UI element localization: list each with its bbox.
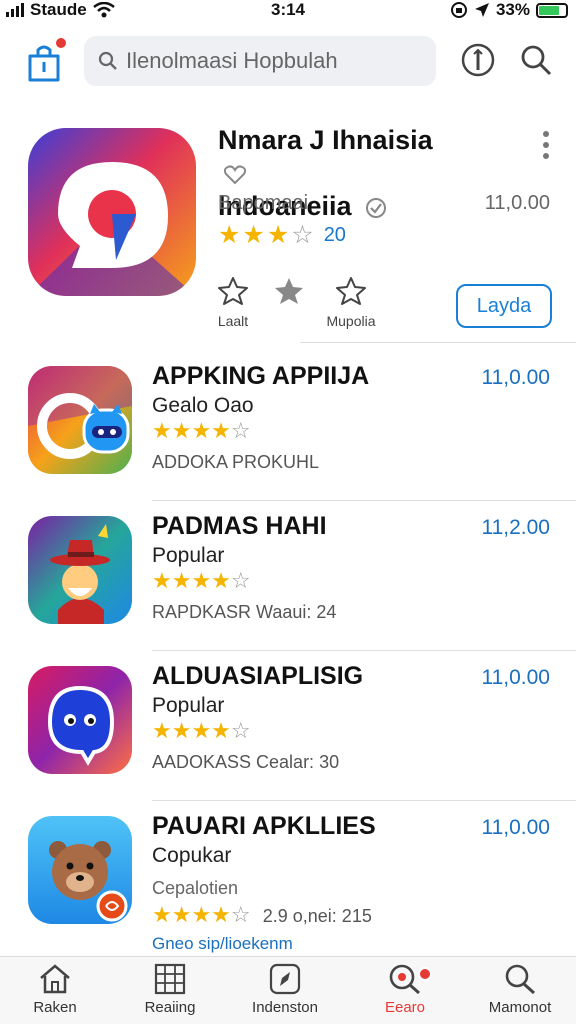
tab-indenston[interactable]: Indenston [230, 963, 340, 1016]
rating-text: 2.9 o,nei: 215 [262, 906, 372, 926]
battery-percent: 33% [495, 0, 530, 19]
app-title: ALDUASIAPLISIG [152, 662, 364, 690]
action-mupolia[interactable]: Mupolia [316, 276, 386, 329]
home-icon [40, 964, 70, 994]
featured-rating: ★ ★ ★ ☆ 20 [218, 220, 346, 250]
heart-icon[interactable] [223, 165, 247, 185]
star-outline-icon: ☆ [291, 221, 314, 249]
app-subtitle-secondary: Cepalotien [152, 878, 239, 898]
rating-count: 20 [323, 223, 346, 246]
app-price[interactable]: 11,0.00 [481, 816, 550, 840]
app-icon [28, 666, 132, 774]
tab-mamonot[interactable]: Mamonot [465, 963, 575, 1016]
app-subtitle: Gealo Oao [152, 394, 254, 417]
app-rating: ★★★★☆ [152, 418, 251, 443]
app-list-item[interactable]: PADMAS HAHI Popular ★★★★☆ RAPDKASR Waaui… [0, 506, 576, 656]
featured-price: 11,0.00 [484, 192, 550, 214]
divider [152, 500, 576, 501]
star-icon [275, 278, 303, 304]
app-title: PAUARI APKLLIES [152, 812, 376, 840]
app-icon [28, 516, 132, 624]
featured-app-card[interactable]: Nmara J Ihnaisia Indoaneiia Bapomaai 11,… [0, 124, 576, 340]
featured-subtitle: Bapomaai [218, 192, 309, 214]
search-icon [505, 964, 536, 995]
divider [152, 800, 576, 801]
app-rating: ★★★★☆ 2.9 o,nei: 215 [152, 902, 372, 927]
more-vertical-icon [543, 131, 549, 159]
status-right: 33% [450, 0, 568, 20]
star-icon: ★ [266, 221, 290, 249]
app-subtitle: Popular [152, 694, 225, 717]
tab-label: Indenston [252, 999, 318, 1016]
notification-badge [418, 967, 432, 981]
search-bar[interactable]: Ilenolmaasi Hopbulah [84, 36, 436, 86]
app-price[interactable]: 11,0.00 [481, 666, 550, 690]
rotation-lock-icon [450, 2, 467, 18]
app-list-item[interactable]: PAUARI APKLLIES Copukar Cepalotien ★★★★☆… [0, 806, 576, 952]
star-outline-icon [218, 277, 248, 305]
compass-button[interactable] [460, 42, 496, 78]
app-price[interactable]: 11,0.00 [481, 366, 550, 390]
app-meta: RAPDKASR Waaui: 24 [152, 602, 337, 622]
star-icon: ★ [218, 221, 241, 249]
featured-app-icon [28, 128, 196, 296]
tab-raken[interactable]: Raken [0, 963, 110, 1016]
divider [300, 342, 576, 343]
compass-icon [269, 963, 301, 995]
battery-icon [536, 2, 568, 18]
verified-icon [366, 197, 387, 218]
tab-eearo[interactable]: Eearo [350, 963, 460, 1016]
app-price[interactable]: 11,2.00 [481, 516, 550, 540]
app-subtitle: Popular [152, 544, 225, 567]
status-bar: Staude 3:14 33% [0, 0, 576, 22]
app-icon [28, 366, 132, 474]
more-options-button[interactable] [542, 130, 550, 160]
action-star[interactable] [254, 276, 324, 311]
header-search-button[interactable] [518, 42, 554, 78]
tab-label: Mamonot [488, 999, 552, 1016]
search-placeholder: Ilenolmaasi Hopbulah [126, 48, 338, 73]
app-rating: ★★★★☆ [152, 568, 251, 593]
app-icon [28, 816, 132, 924]
top-header: Ilenolmaasi Hopbulah [0, 32, 576, 92]
app-title: APPKING APPIIJA [152, 362, 370, 390]
app-title: PADMAS HAHI [152, 512, 327, 540]
tab-label: Raken [33, 999, 77, 1016]
app-subtitle: Copukar [152, 844, 232, 867]
partial-row-text[interactable]: Gneo sip/lioekenm [152, 934, 293, 954]
tab-label: Reaiing [144, 999, 196, 1016]
app-meta: AADOKASS Cealar: 30 [152, 752, 340, 772]
search-badge-icon [389, 964, 420, 995]
compass-icon [461, 43, 495, 77]
action-label: Mupolia [326, 313, 376, 329]
get-button[interactable]: Layda [456, 284, 552, 328]
app-meta: ADDOKA PROKUHL [152, 452, 320, 472]
app-list-item[interactable]: ALDUASIAPLISIG Popular ★★★★☆ AADOKASS Ce… [0, 656, 576, 806]
star-outline-icon [336, 277, 366, 305]
tab-label: Eearo [384, 999, 426, 1016]
featured-title-line1: Nmara J Ihnaisia [218, 125, 433, 155]
app-rating: ★★★★☆ [152, 718, 251, 743]
search-icon [98, 51, 117, 70]
tab-reaiing[interactable]: Reaiing [115, 963, 225, 1016]
notification-badge [54, 36, 68, 50]
location-icon [474, 3, 489, 17]
action-label: Laalt [217, 313, 249, 329]
star-icon: ★ [242, 221, 265, 249]
grid-icon [154, 963, 186, 995]
divider [152, 650, 576, 651]
bottom-tab-bar: Raken Reaiing Indenston Eearo Mamonot [0, 956, 576, 1024]
app-list-item[interactable]: APPKING APPIIJA Gealo Oao ★★★★☆ ADDOKA P… [0, 356, 576, 506]
search-icon [521, 45, 552, 76]
